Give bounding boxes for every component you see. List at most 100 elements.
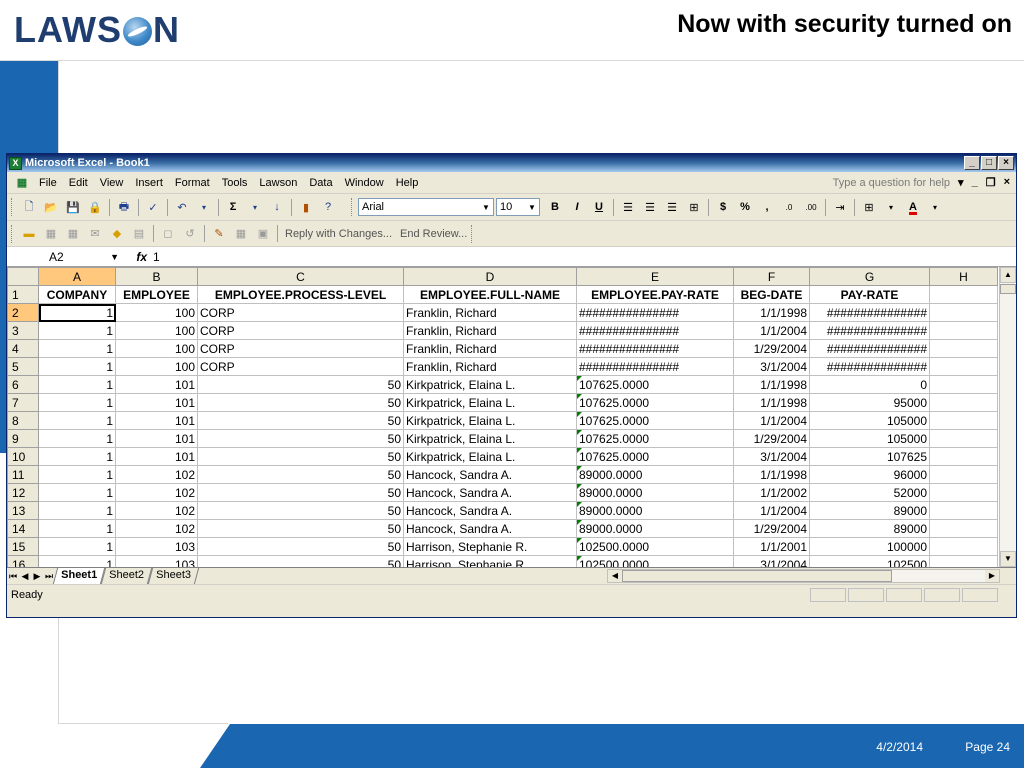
toolbar-grip[interactable] (11, 198, 14, 216)
cell[interactable]: ############### (576, 303, 734, 322)
cell[interactable]: ############### (809, 339, 930, 358)
cell[interactable]: CORP (197, 339, 404, 358)
cell[interactable]: Franklin, Richard (403, 303, 577, 322)
cell[interactable] (929, 303, 998, 322)
column-header[interactable]: C (197, 267, 404, 286)
cell[interactable]: Harrison, Stephanie R. (403, 537, 577, 556)
cell[interactable] (929, 483, 998, 502)
cell[interactable]: COMPANY (38, 285, 116, 304)
cell[interactable] (929, 375, 998, 394)
row-header[interactable]: 5 (7, 357, 39, 376)
horizontal-scrollbar[interactable]: ◀ ▶ (607, 569, 1000, 583)
menu-file[interactable]: File (33, 177, 63, 189)
cell[interactable]: CORP (197, 303, 404, 322)
menu-window[interactable]: Window (339, 177, 390, 189)
column-header[interactable]: B (115, 267, 198, 286)
undo-dropdown-icon[interactable]: ▾ (195, 198, 213, 216)
doc-minimize-button[interactable]: _ (972, 176, 978, 189)
vertical-scrollbar[interactable]: ▲ ▼ (999, 267, 1016, 567)
scroll-down-icon[interactable]: ▼ (1000, 551, 1016, 567)
cell[interactable]: 3/1/2004 (733, 357, 810, 376)
cell[interactable]: 101 (115, 375, 198, 394)
comma-style-icon[interactable]: , (758, 198, 776, 216)
cell[interactable]: 102 (115, 465, 198, 484)
cell[interactable] (929, 411, 998, 430)
row-header[interactable]: 2 (7, 303, 39, 322)
font-color-icon[interactable]: A (904, 198, 922, 216)
cell[interactable]: 95000 (809, 393, 930, 412)
align-right-icon[interactable]: ☰ (663, 198, 681, 216)
menu-lawson[interactable]: Lawson (253, 177, 303, 189)
cell[interactable]: EMPLOYEE.PAY-RATE (576, 285, 734, 304)
worksheet-grid[interactable]: A B C D E F G H 1 COMPANY EMPLOYEE EMPLOYEE… (7, 267, 1016, 567)
cell[interactable]: 89000.0000 (576, 465, 734, 484)
save-icon[interactable]: 💾 (64, 198, 82, 216)
cell[interactable]: Franklin, Richard (403, 339, 577, 358)
cell[interactable]: 107625.0000 (576, 375, 734, 394)
autosum-icon[interactable]: Σ (224, 198, 242, 216)
cell[interactable]: 1 (38, 339, 116, 358)
cell[interactable]: 102 (115, 501, 198, 520)
cell[interactable]: 1/1/2004 (733, 411, 810, 430)
spelling-icon[interactable]: ✓ (144, 198, 162, 216)
cell[interactable] (929, 357, 998, 376)
cell[interactable]: 0 (809, 375, 930, 394)
cell[interactable]: 50 (197, 465, 404, 484)
first-sheet-icon[interactable]: ⏮ (7, 571, 19, 582)
cell[interactable]: BEG-DATE (733, 285, 810, 304)
cell[interactable]: 102 (115, 519, 198, 538)
menu-view[interactable]: View (94, 177, 130, 189)
name-box[interactable]: A2 ▼ (7, 248, 123, 266)
cell[interactable]: 1 (38, 519, 116, 538)
cell[interactable]: 1/1/2002 (733, 483, 810, 502)
menu-edit[interactable]: Edit (63, 177, 94, 189)
cell[interactable]: Kirkpatrick, Elaina L. (403, 375, 577, 394)
help-icon[interactable]: ? (319, 198, 337, 216)
cell[interactable]: ############### (576, 339, 734, 358)
scroll-up-icon[interactable]: ▲ (1000, 267, 1016, 283)
cell[interactable]: 89000.0000 (576, 501, 734, 520)
cell[interactable]: 52000 (809, 483, 930, 502)
font-name-select[interactable]: Arial ▼ (358, 198, 494, 216)
column-header[interactable]: G (809, 267, 930, 286)
cell[interactable] (929, 285, 998, 304)
cell[interactable]: Hancock, Sandra A. (403, 501, 577, 520)
cell[interactable]: 50 (197, 537, 404, 556)
row-header[interactable]: 13 (7, 501, 39, 520)
sheet-tab-sheet1[interactable]: Sheet1 (52, 568, 106, 584)
cell[interactable]: Kirkpatrick, Elaina L. (403, 429, 577, 448)
menu-format[interactable]: Format (169, 177, 216, 189)
cell[interactable]: ############### (809, 357, 930, 376)
row-header[interactable]: 6 (7, 375, 39, 394)
cell[interactable]: 105000 (809, 411, 930, 430)
underline-icon[interactable]: U (590, 198, 608, 216)
help-dropdown-icon[interactable]: ▾ (958, 176, 964, 189)
increase-decimal-icon[interactable]: .0 (780, 198, 798, 216)
sheet-tab-sheet2[interactable]: Sheet2 (100, 568, 153, 584)
cell[interactable]: 1/29/2004 (733, 519, 810, 538)
end-review-button[interactable]: End Review... (396, 228, 471, 240)
toolbar-grip[interactable] (351, 198, 354, 216)
cell[interactable]: 1/1/2004 (733, 321, 810, 340)
permission-icon[interactable]: 🔒 (86, 198, 104, 216)
cell[interactable] (929, 429, 998, 448)
cell[interactable]: 107625 (809, 447, 930, 466)
cell[interactable] (929, 339, 998, 358)
cell[interactable]: 50 (197, 501, 404, 520)
cell[interactable]: 1 (38, 465, 116, 484)
cell[interactable]: 102500.0000 (576, 555, 734, 567)
cell[interactable] (929, 501, 998, 520)
cell[interactable]: ############### (576, 357, 734, 376)
toolbar-grip[interactable] (11, 224, 14, 243)
cell[interactable]: 1 (38, 447, 116, 466)
cell[interactable]: 1 (38, 537, 116, 556)
cell[interactable]: 101 (115, 393, 198, 412)
workbook-icon[interactable]: ▦ (13, 174, 31, 192)
cell[interactable]: EMPLOYEE (115, 285, 198, 304)
cell[interactable]: 107625.0000 (576, 429, 734, 448)
cell[interactable]: 107625.0000 (576, 411, 734, 430)
cell[interactable]: 89000.0000 (576, 483, 734, 502)
cell[interactable]: 1 (38, 321, 116, 340)
bold-icon[interactable]: B (546, 198, 564, 216)
italic-icon[interactable]: I (568, 198, 586, 216)
